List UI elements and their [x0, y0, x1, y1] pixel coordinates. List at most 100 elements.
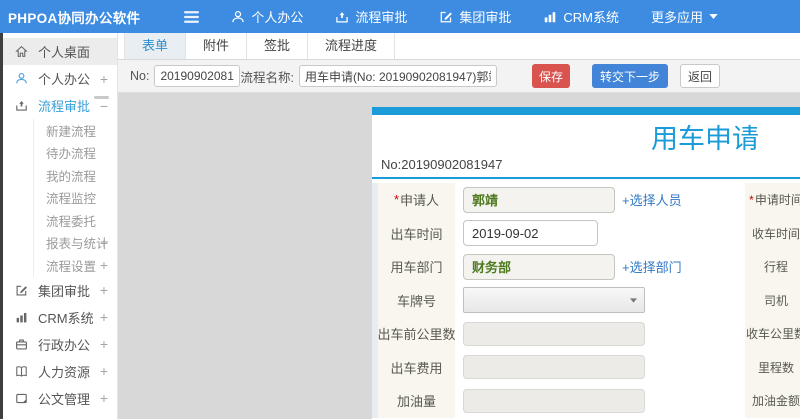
caret-down-icon — [630, 298, 637, 303]
right-field-label: 收车公里数 — [745, 317, 800, 351]
sidebar-item-10[interactable]: 流程设置 + — [33, 254, 117, 277]
readonly-text-input[interactable] — [463, 253, 615, 280]
picker-link[interactable]: +选择部门 — [622, 257, 682, 276]
save-button[interactable]: 保存 — [531, 64, 570, 88]
process-no-input[interactable] — [154, 65, 241, 87]
empty-input[interactable] — [463, 321, 645, 346]
nav-item-label: CRM系统 — [563, 10, 619, 25]
empty-input[interactable] — [463, 388, 645, 413]
nav-item-5[interactable]: 更多应用 — [651, 7, 724, 26]
nav-item-label: 个人办公 — [251, 10, 304, 25]
tab-1[interactable]: 表单 — [124, 33, 187, 59]
nav-item-2[interactable]: 流程审批 — [335, 7, 407, 26]
readonly-text-input[interactable] — [463, 186, 615, 213]
sidebar-item-2[interactable]: 个人办公 + — [0, 65, 117, 92]
right-field-label: 司机 — [745, 283, 800, 317]
field-label-text: 车牌号 — [396, 293, 436, 309]
sidebar-item-label: 流程委托 — [46, 214, 97, 229]
right-field-label-text: 申请时间 — [754, 193, 800, 208]
nav-item-4[interactable]: CRM系统 — [543, 7, 619, 26]
nav-item-label: 更多应用 — [650, 10, 703, 25]
sidebar-item-label: 流程监控 — [46, 192, 97, 207]
nav-item-label: 集团审批 — [459, 10, 512, 25]
required-mark: * — [749, 192, 754, 207]
sidebar-item-8[interactable]: 流程委托 — [33, 209, 117, 232]
sidebar-item-label: CRM系统 — [38, 310, 94, 326]
sidebar-item-6[interactable]: 我的流程 — [33, 164, 117, 187]
sidebar-item-label: 新建流程 — [46, 124, 97, 139]
sidebar-item-15[interactable]: 公文管理 + — [0, 385, 117, 412]
field-label: 出车费用 — [372, 350, 455, 384]
navbar-menu: 个人办公 流程审批 集团审批 CRM系统 更多应用 — [231, 7, 756, 26]
field-label-text: 加油量 — [396, 394, 436, 410]
form-divider — [372, 177, 800, 179]
tab-2[interactable]: 附件 — [186, 33, 248, 59]
sidebar-item-label: 待办流程 — [46, 147, 97, 162]
field-label: * 申请人 — [372, 183, 455, 217]
expand-plus-icon[interactable]: + — [100, 391, 108, 405]
form-row-6: 出车费用 里程数 — [372, 350, 800, 385]
vehicle-request-form: 用车申请 No:20190902081947 *申请人+选择人员*申请时间出车时… — [372, 107, 800, 419]
hamburger-icon[interactable] — [184, 10, 200, 23]
back-button[interactable]: 返回 — [679, 64, 720, 88]
sidebar-item-5[interactable]: 待办流程 — [33, 141, 117, 164]
nav-item-1[interactable]: 个人办公 — [231, 7, 303, 26]
expand-plus-icon[interactable]: + — [100, 310, 108, 324]
expand-plus-icon[interactable]: + — [100, 337, 108, 351]
sidebar-item-12[interactable]: CRM系统 + — [0, 304, 117, 331]
tab-3[interactable]: 签批 — [247, 33, 309, 59]
expand-plus-icon[interactable]: + — [100, 72, 108, 86]
nav-item-label: 流程审批 — [355, 10, 408, 25]
field-label: 加油量 — [372, 384, 455, 418]
main-area: 表单附件签批流程进度 No: 流程名称: 保存 转交下一步 返回 用车申请 No… — [118, 33, 800, 419]
sidebar-item-13[interactable]: 行政办公 + — [0, 331, 117, 358]
select-dropdown[interactable] — [463, 287, 645, 314]
sidebar-item-11[interactable]: 集团审批 + — [0, 277, 117, 304]
sidebar-item-9[interactable]: 报表与统计 + — [33, 231, 117, 254]
chart-icon — [15, 311, 30, 324]
text-input[interactable] — [463, 220, 598, 247]
form-row-1: *申请人 +选择人员 *申请时间 — [372, 183, 800, 217]
field-cell — [455, 351, 745, 385]
form-row-3: 用车部门 +选择部门 行程 — [372, 250, 800, 284]
collapse-minus-icon[interactable]: − — [100, 99, 108, 113]
app-brand: PHPOA协同办公软件 — [8, 10, 141, 26]
user-icon — [15, 72, 30, 85]
nav-item-3[interactable]: 集团审批 — [439, 7, 511, 26]
sidebar-item-14[interactable]: 人力资源 + — [0, 358, 117, 385]
expand-plus-icon[interactable]: + — [100, 283, 108, 297]
sidebar-scrollbar-thumb[interactable] — [94, 96, 109, 99]
form-row-4: 车牌号 司机 — [372, 283, 800, 317]
forward-next-step-button[interactable]: 转交下一步 — [591, 64, 668, 88]
field-label: 出车时间 — [372, 216, 455, 250]
expand-plus-icon[interactable]: + — [100, 236, 108, 250]
empty-input[interactable] — [463, 355, 645, 380]
edit-icon — [15, 284, 30, 297]
form-row-7: 加油量 加油金额 — [372, 384, 800, 418]
expand-plus-icon[interactable]: + — [100, 364, 108, 378]
right-field-label: 里程数 — [745, 350, 800, 384]
form-row-5: 出车前公里数 收车公里数 — [372, 317, 800, 351]
sidebar-item-label: 流程审批 — [38, 99, 91, 114]
field-label-text: 申请人 — [400, 193, 440, 209]
sidebar-edge-strip — [0, 33, 3, 419]
chart-icon — [543, 10, 557, 24]
tab-4[interactable]: 流程进度 — [308, 33, 396, 59]
sidebar-item-4[interactable]: 新建流程 — [33, 119, 117, 142]
sidebar-item-label: 个人桌面 — [38, 45, 91, 60]
user-icon — [231, 10, 245, 24]
right-field-label-text: 司机 — [763, 293, 788, 308]
right-field-label: 收车时间 — [745, 216, 800, 250]
sidebar-item-1[interactable]: 个人桌面 — [0, 38, 117, 65]
picker-link[interactable]: +选择人员 — [622, 190, 682, 209]
process-toolbar: No: 流程名称: 保存 转交下一步 返回 — [118, 60, 800, 93]
sidebar-item-7[interactable]: 流程监控 — [33, 186, 117, 209]
form-row-2: 出车时间 收车时间 — [372, 216, 800, 250]
sidebar-item-label: 行政办公 — [38, 337, 91, 353]
field-label-text: 出车时间 — [390, 226, 443, 242]
sidebar-item-label: 公文管理 — [38, 391, 91, 407]
form-accent-bar — [372, 107, 800, 115]
process-name-input[interactable] — [298, 65, 497, 87]
expand-plus-icon[interactable]: + — [100, 258, 108, 272]
tab-bar: 表单 附件 签批 流程进度 — [118, 33, 800, 60]
